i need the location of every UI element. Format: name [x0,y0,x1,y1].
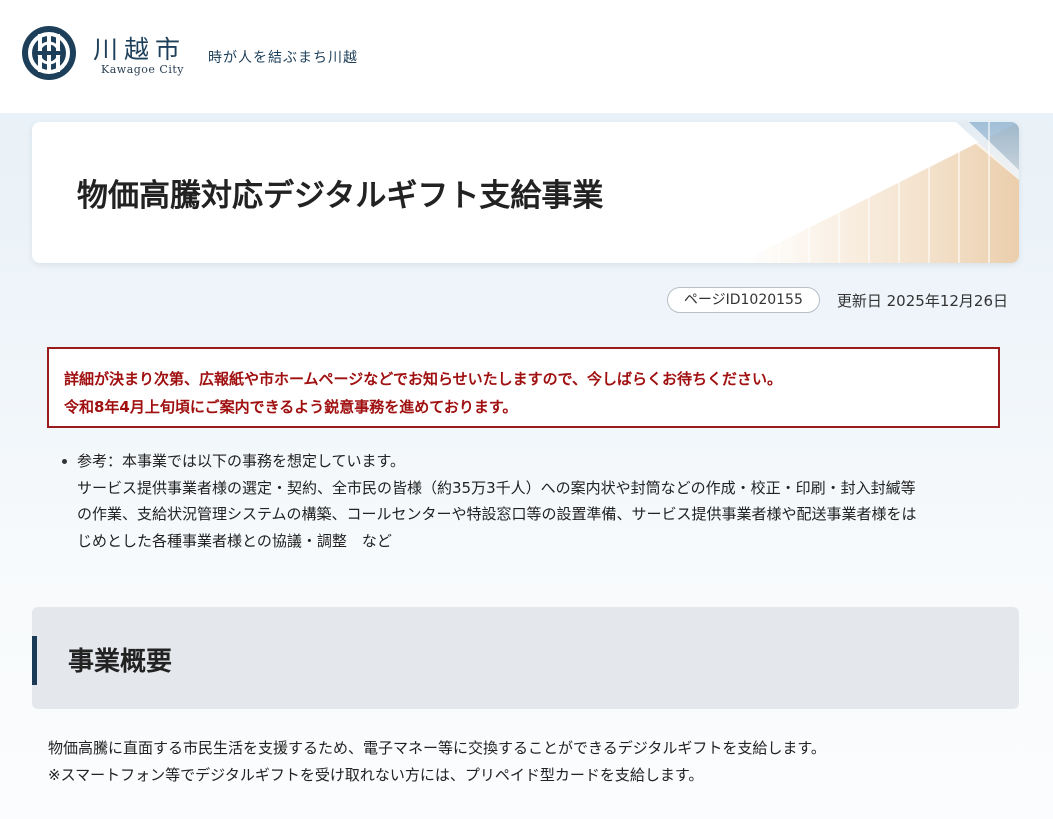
logo-city-name-roman: Kawagoe City [101,63,184,76]
page-title-banner: 物価高騰対応デジタルギフト支給事業 [32,122,1019,263]
section-body: 物価高騰に直面する市民生活を支援するため、電子マネー等に交換することができるデジ… [48,735,826,789]
page-title: 物価高騰対応デジタルギフト支給事業 [77,178,604,214]
page-meta: ページID1020155 更新日 2025年12月26日 [666,287,1008,313]
site-header: 川越市 Kawagoe City 時が人を結ぶまち川越 [0,0,1053,113]
city-emblem-icon [22,26,76,80]
body-paragraph: ※スマートフォン等でデジタルギフトを受け取れない方には、プリペイド型カードを支給… [48,766,704,784]
section-heading: 事業概要 [68,647,173,677]
body-paragraph: 物価高騰に直面する市民生活を支援するため、電子マネー等に交換することができるデジ… [48,739,826,757]
site-tagline: 時が人を結ぶまち川越 [208,50,358,66]
reference-text: じめとした各種事業者様との協議・調整 など [77,531,392,550]
section-accent-bar [32,636,37,685]
reference-list: 参考：本事業では以下の事務を想定しています。 サービス提供事業者様の選定・契約、… [62,448,1002,554]
reference-text: の作業、支給状況管理システムの構築、コールセンターや特設窓口等の設置準備、サービ… [77,505,917,523]
updated-date: 更新日 2025年12月26日 [836,291,1008,310]
banner-decoration [739,122,1019,263]
notice-line-1: 詳細が決まり次第、広報紙や市ホームページなどでお知らせいたしますので、今しばらく… [64,370,783,388]
list-item: 参考：本事業では以下の事務を想定しています。 サービス提供事業者様の選定・契約、… [62,448,1002,554]
reference-text: 参考：本事業では以下の事務を想定しています。 [77,452,406,470]
page-id-badge: ページID1020155 [666,287,820,313]
notice-line-2: 令和8年4月上旬頃にご案内できるよう鋭意事務を進めております。 [64,398,518,416]
logo-city-name: 川越市 [93,35,187,64]
notice-box: 詳細が決まり次第、広報紙や市ホームページなどでお知らせいたしますので、今しばらく… [47,347,1000,428]
section-header: 事業概要 [32,607,1019,709]
reference-text: サービス提供事業者様の選定・契約、全市民の皆様（約35万3千人）への案内状や封筒… [77,478,916,497]
